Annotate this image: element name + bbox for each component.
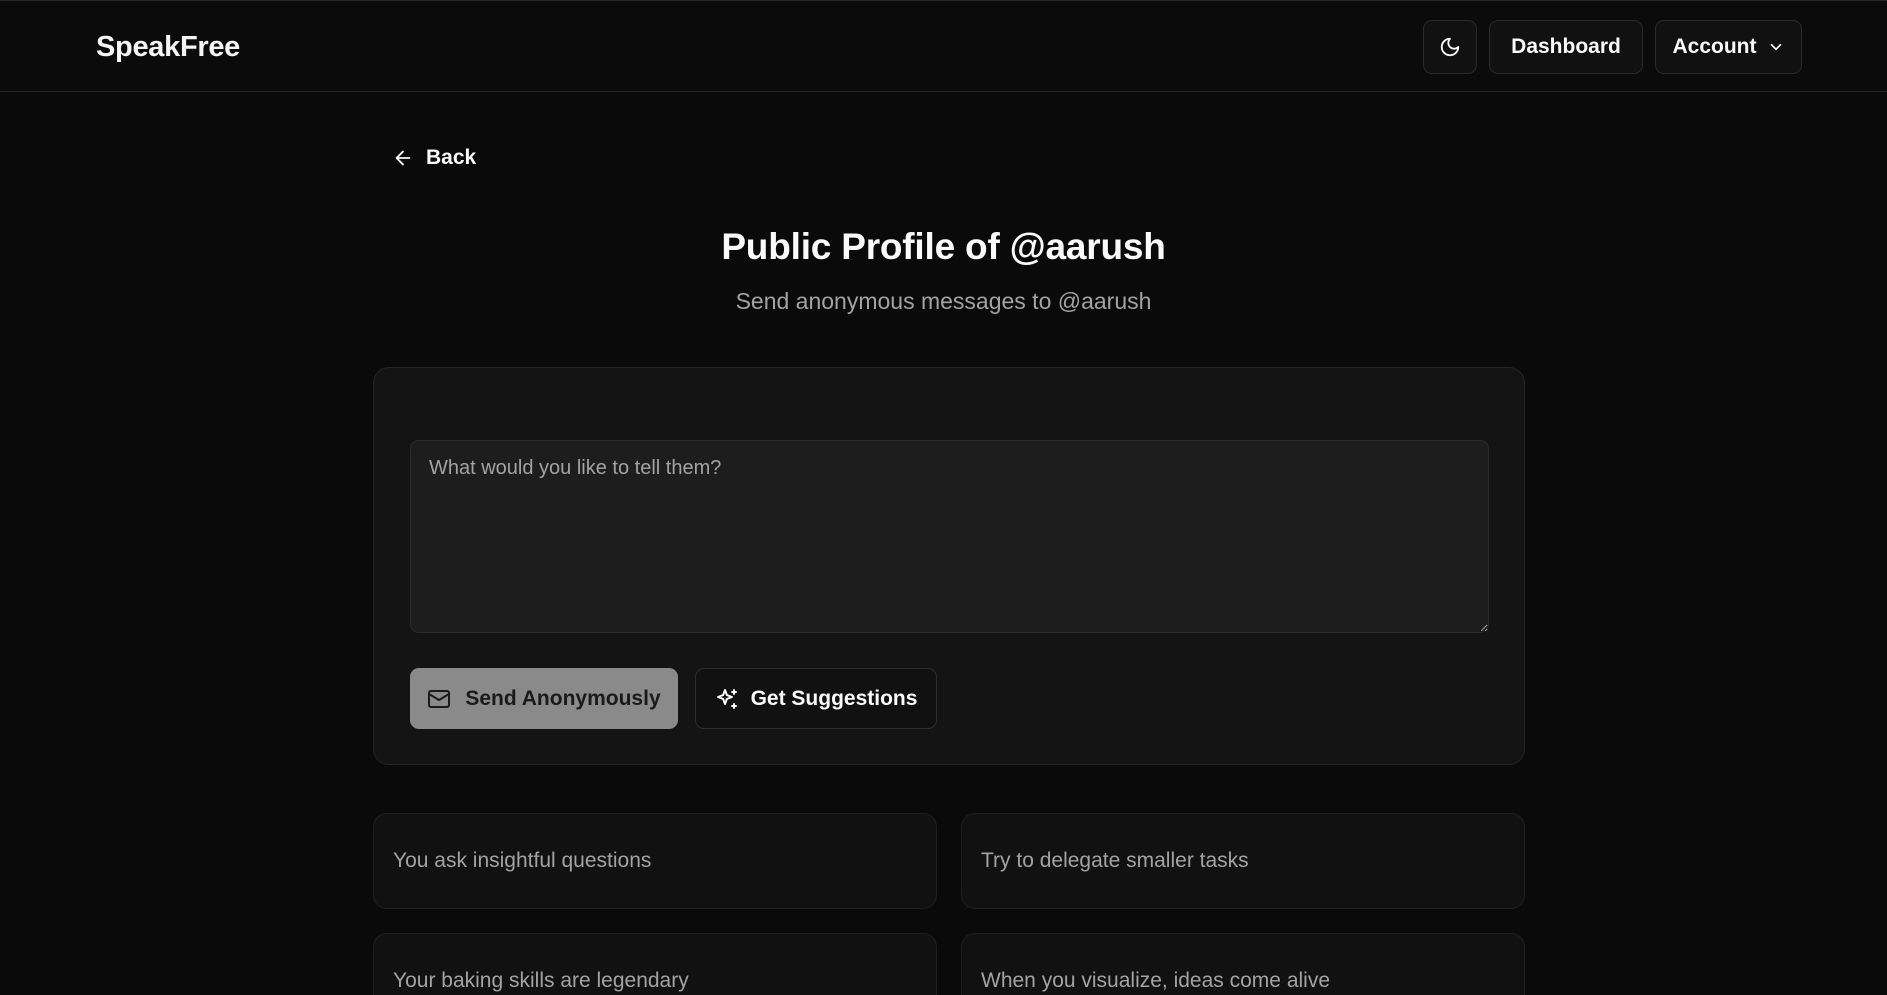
moon-icon <box>1440 37 1460 57</box>
chevron-down-icon <box>1770 43 1781 51</box>
suggestion-card[interactable]: When you visualize, ideas come alive <box>961 933 1525 995</box>
brand-logo[interactable]: SpeakFree <box>96 31 240 64</box>
suggestions-button-label: Get Suggestions <box>750 686 918 710</box>
message-textarea[interactable] <box>410 440 1489 633</box>
suggestion-card[interactable]: Try to delegate smaller tasks <box>961 813 1525 909</box>
send-anonymously-button[interactable]: Send Anonymously <box>410 668 678 729</box>
back-link[interactable]: Back <box>392 146 476 170</box>
theme-toggle-button[interactable] <box>1423 20 1477 74</box>
dashboard-button-label: Dashboard <box>1511 35 1621 58</box>
send-button-label: Send Anonymously <box>465 686 661 710</box>
message-card: Send Anonymously Get Suggestions <box>373 367 1525 765</box>
get-suggestions-button[interactable]: Get Suggestions <box>695 668 937 729</box>
account-button-label: Account <box>1672 35 1757 58</box>
suggestion-card[interactable]: Your baking skills are legendary <box>373 933 937 995</box>
page-title: Public Profile of @aarush <box>721 226 1166 267</box>
mail-icon <box>428 689 451 708</box>
arrow-left-icon <box>395 150 411 166</box>
top-navbar: SpeakFree Dashboard Account <box>0 0 1887 92</box>
dashboard-button[interactable]: Dashboard <box>1489 20 1643 74</box>
back-label: Back <box>426 146 477 169</box>
page-subtitle: Send anonymous messages to @aarush <box>735 288 1152 314</box>
account-menu-button[interactable]: Account <box>1655 20 1802 74</box>
sparkles-icon <box>716 688 737 709</box>
suggestion-card[interactable]: You ask insightful questions <box>373 813 937 909</box>
